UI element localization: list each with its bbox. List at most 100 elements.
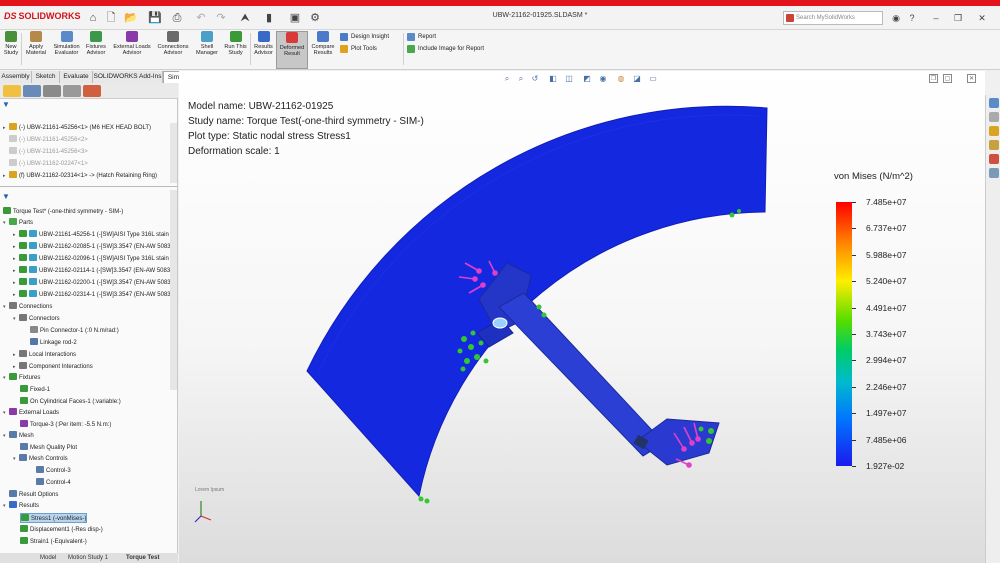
home-icon[interactable] [989, 98, 999, 108]
select-icon[interactable]: ⮝ [238, 10, 252, 26]
custom-properties-icon[interactable] [989, 168, 999, 178]
tree-external-loads[interactable]: ▾ External Loads [3, 408, 59, 418]
featuremanager-tab-icon[interactable] [3, 85, 21, 97]
part-item[interactable]: ▸ UBW-21162-02200-1 (-[SW]3.3547 (EN-AW 5… [13, 278, 171, 288]
study-filter-icon[interactable]: ▼ [2, 192, 10, 201]
panel-splitter[interactable] [0, 186, 178, 187]
results-advisor-button[interactable]: Results Advisor [252, 31, 275, 69]
tree-mesh[interactable]: ▾ Mesh [3, 431, 34, 441]
new-document-icon[interactable]: 🗋 [104, 10, 118, 26]
legend-tick-label: 7.485e+07 [866, 197, 907, 207]
tree-item[interactable]: (-) UBW-21161-45256<3> [3, 147, 88, 157]
tree-mesh-controls[interactable]: ▾ Mesh Controls [13, 454, 68, 464]
tab-assembly[interactable]: Assembly [0, 71, 32, 83]
tree-stress1[interactable]: Stress1 (-vonMises-) [20, 513, 88, 523]
tree-control-3[interactable]: Control-3 [36, 466, 71, 476]
tab-model[interactable]: Model [40, 553, 56, 563]
graphics-viewport[interactable]: ⌕ ⌕ ↺ ◧ ◫ ◩ ◉ ◍ ◪ ▭ ❐ ▢ ✕ Model name: UB… [179, 71, 985, 563]
configuration-tab-icon[interactable] [43, 85, 61, 97]
print-icon[interactable]: ⎙ [170, 10, 184, 26]
part-item[interactable]: ▸ UBW-21162-02314-1 (-[SW]3.3547 (EN-AW 5… [13, 290, 171, 300]
tree-fixtures[interactable]: ▾ Fixtures [3, 373, 40, 383]
design-insight-button[interactable]: Design Insight [340, 32, 389, 42]
undo-icon[interactable]: ↶ [194, 10, 208, 26]
open-icon[interactable]: 📂 [124, 10, 138, 26]
deformed-icon [286, 32, 298, 43]
tree-item[interactable]: ▸ (-) UBW-21161-45256<1> (M6 HEX HEAD BOL… [3, 123, 151, 133]
shell-manager-button[interactable]: Shell Manager [193, 31, 221, 69]
user-icon[interactable]: ◉ [890, 11, 902, 25]
tab-solidworks-add-ins[interactable]: SOLIDWORKS Add-Ins [93, 71, 163, 83]
tree-fixed[interactable]: Fixed-1 [20, 385, 50, 395]
tree-torque[interactable]: Torque-3 (:Per item: -5.5 N.m:) [20, 420, 111, 430]
tree-item[interactable]: ▸ (f) UBW-21162-02314<1> -> (Hatch Retain… [3, 171, 157, 181]
stress-plot-model[interactable] [179, 71, 985, 563]
plot-tools-button[interactable]: Plot Tools [340, 44, 377, 54]
study-root[interactable]: Torque Test* (-one-third symmetry - SIM-… [3, 207, 123, 217]
options-gear-icon[interactable]: ⚙ [308, 10, 322, 26]
tree-cylindrical-faces[interactable]: On Cylindrical Faces-1 (:variable:) [20, 397, 121, 407]
tree-control-4[interactable]: Control-4 [36, 478, 71, 488]
shell-icon [201, 31, 213, 42]
minimize-icon[interactable]: – [930, 11, 942, 25]
simulation-evaluator-button[interactable]: Simulation Evaluator [50, 31, 83, 69]
new-study-button[interactable]: New Study [2, 31, 20, 69]
part-item[interactable]: ▸ UBW-21162-02096-1 (-[SW]AISI Type 316L … [13, 254, 169, 264]
tab-torque-test[interactable]: Torque Test [126, 553, 159, 563]
manager-tabs [0, 83, 178, 99]
search-input[interactable]: Search MySolidWorks [783, 11, 883, 25]
close-icon[interactable]: ✕ [976, 11, 988, 25]
external-loads-advisor-button[interactable]: External Loads Advisor [110, 31, 154, 69]
report-button[interactable]: Report [407, 32, 436, 42]
resources-icon[interactable] [989, 112, 999, 122]
restore-icon[interactable]: ❐ [952, 11, 964, 25]
tab-motion-study[interactable]: Motion Study 1 [68, 553, 108, 563]
compare-results-button[interactable]: Compare Results [309, 31, 337, 69]
tree-scrollbar[interactable] [170, 123, 177, 183]
tree-displacement1[interactable]: Displacement1 (-Res disp-) [20, 525, 103, 535]
tree-local-interactions[interactable]: ▸ Local Interactions [13, 350, 76, 360]
file-properties-icon[interactable]: ▣ [288, 10, 302, 26]
save-icon[interactable]: 💾 [148, 10, 162, 26]
part-item[interactable]: ▸ UBW-21162-02114-1 (-[SW]3.3547 (EN-AW 5… [13, 266, 170, 276]
fixtures-advisor-button[interactable]: Fixtures Advisor [84, 31, 108, 69]
tree-mesh-quality[interactable]: Mesh Quality Plot [20, 443, 77, 453]
tree-strain1[interactable]: Strain1 (-Equivalent-) [20, 537, 87, 547]
feature-manager-panel: ▼ ▸ (-) UBW-21161-45256<1> (M6 HEX HEAD B… [0, 83, 178, 553]
tree-connections[interactable]: ▾ Connections [3, 302, 52, 312]
tab-evaluate[interactable]: Evaluate [60, 71, 93, 83]
tree-pin-connector[interactable]: Pin Connector-1 (:0 N.m/rad:) [30, 326, 119, 336]
triad-icon[interactable] [194, 501, 212, 523]
part-item[interactable]: ▸ UBW-21161-45256-1 (-[SW]AISI Type 316L … [13, 230, 169, 240]
run-study-button[interactable]: Run This Study [222, 31, 249, 69]
tree-result-options[interactable]: Result Options [3, 490, 58, 500]
design-library-icon[interactable] [989, 140, 999, 150]
legend-tick-label: 5.240e+07 [866, 276, 907, 287]
redo-icon[interactable]: ↷ [214, 10, 228, 26]
tree-results[interactable]: ▾ Results [3, 501, 39, 511]
display-manager-tab-icon[interactable] [83, 85, 101, 97]
dimxpert-tab-icon[interactable] [63, 85, 81, 97]
filter-icon[interactable]: ▼ [2, 100, 10, 109]
tree-parts[interactable]: ▾ Parts [3, 218, 33, 228]
home-icon[interactable]: ⌂ [86, 10, 100, 26]
connections-advisor-button[interactable]: Connections Advisor [155, 31, 191, 69]
tree-item[interactable]: (-) UBW-21161-45256<2> [3, 135, 88, 145]
tree-item[interactable]: (-) UBW-21162-02247<1> [3, 159, 88, 169]
deformed-result-button[interactable]: Deformed Result [276, 31, 308, 69]
help-icon[interactable]: ? [906, 11, 918, 25]
include-image-button[interactable]: Include Image for Report [407, 44, 484, 54]
part-item[interactable]: ▸ UBW-21162-02085-1 (-[SW]3.3547 (EN-AW 5… [13, 242, 171, 252]
propertymanager-tab-icon[interactable] [23, 85, 41, 97]
study-tree-scrollbar[interactable] [170, 190, 177, 390]
appearances-icon[interactable] [989, 154, 999, 164]
tab-sketch[interactable]: Sketch [32, 71, 60, 83]
color-scale-bar[interactable] [836, 202, 852, 466]
file-explorer-icon[interactable] [989, 126, 999, 136]
apply-material-button[interactable]: Apply Material [23, 31, 49, 69]
legend-tick-label: 2.994e+07 [866, 355, 907, 366]
rebuild-icon[interactable]: ▮ [262, 10, 276, 26]
tree-connectors[interactable]: ▾ Connectors [13, 314, 60, 324]
tree-component-interactions[interactable]: ▸ Component Interactions [13, 362, 93, 372]
tree-linkage-rod[interactable]: Linkage rod-2 [30, 338, 77, 348]
